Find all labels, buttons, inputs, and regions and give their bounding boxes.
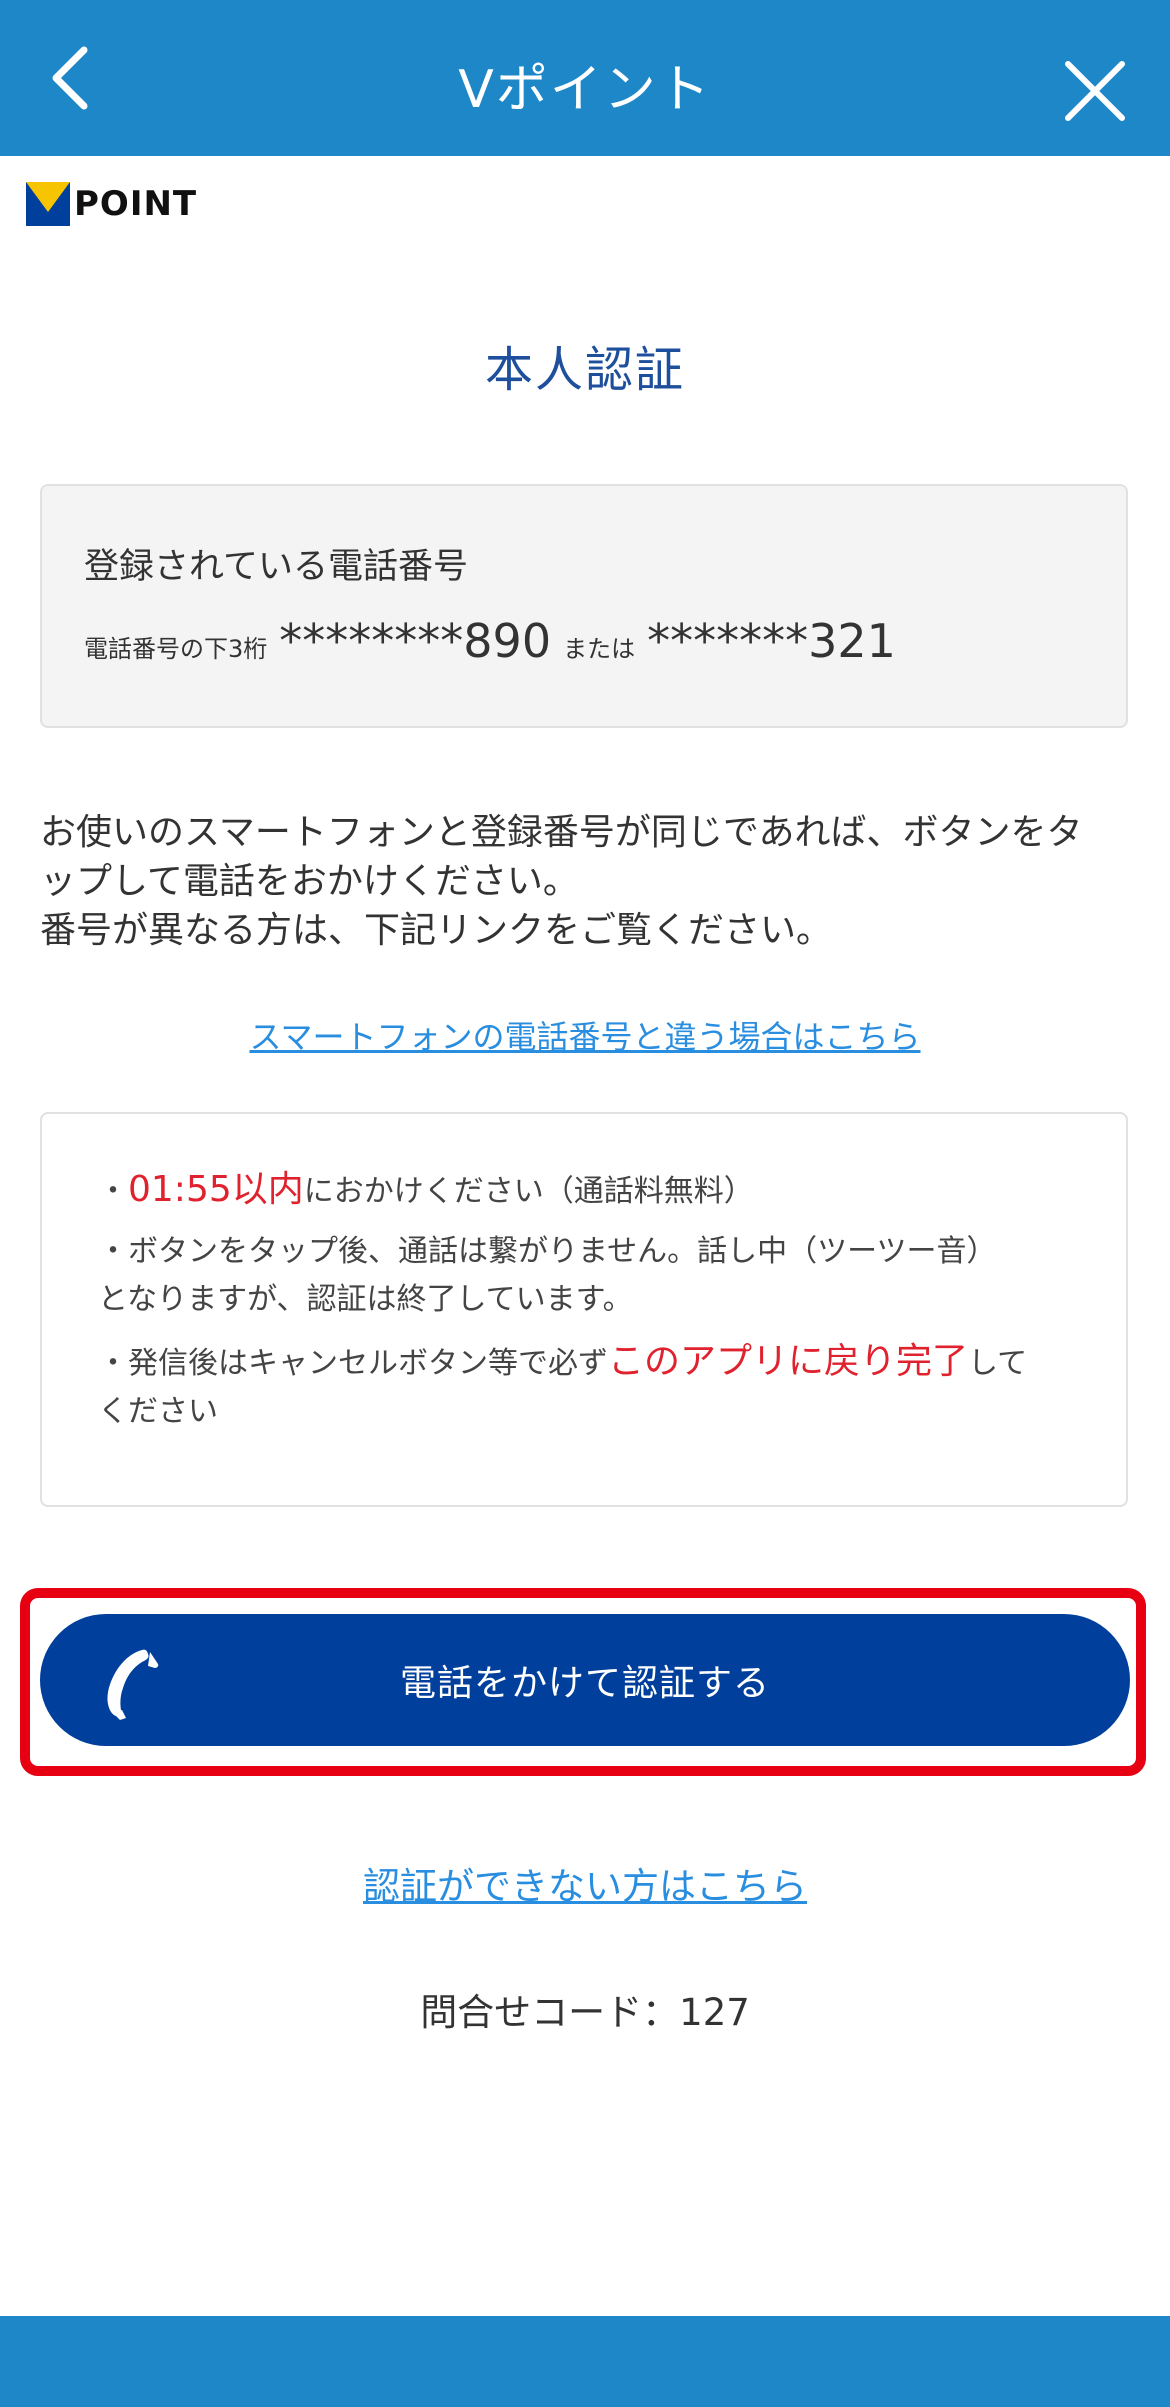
cannot-authenticate-link[interactable]: 認証ができない方はこちら [0,1856,1170,1910]
instruction-line-1: お使いのスマートフォンと登録番号が同じであれば、ボタンをタ [40,812,1083,853]
instruction-text: お使いのスマートフォンと登録番号が同じであれば、ボタンをタ ップして電話をおかけ… [40,808,1140,955]
logo-text: POINT [74,184,198,224]
phone-number-2: *******321 [647,614,896,668]
instruction-line-2: ップして電話をおかけください。 [40,861,579,902]
instruction-line-3: 番号が異なる方は、下記リンクをご覧ください。 [40,910,833,951]
phone-icon [107,1649,159,1720]
last-digits-label: 電話番号の下3桁 [84,635,268,663]
close-icon[interactable] [1062,58,1128,124]
registered-phone-label: 登録されている電話番号 [84,547,468,587]
footer-bar [0,2316,1170,2407]
notice-item-time-limit: ・01:55以内におかけください（通話料無料） [98,1169,754,1210]
notice-box: ・01:55以内におかけください（通話料無料） ・ボタンをタップ後、通話は繋がり… [40,1112,1128,1507]
v-logo-icon [26,182,70,226]
phone-number-hint: 電話番号の下3桁 ********890 または *******321 [84,614,896,668]
registered-phone-box: 登録されている電話番号 電話番号の下3桁 ********890 または ******… [40,484,1128,728]
or-label: または [563,635,636,663]
header-title: Vポイント [458,60,712,120]
app-header: Vポイント [0,0,1170,156]
time-limit-highlight: 01:55以内 [128,1169,304,1210]
call-button-label: 電話をかけて認証する [399,1663,770,1704]
return-highlight: このアプリに戻り完了 [608,1341,969,1382]
notice-item-return-to-app: ・発信後はキャンセルボタン等で必ずこのアプリに戻り完了して ください [98,1341,1028,1429]
notice-item-no-connection: ・ボタンをタップ後、通話は繋がりません。話し中（ツーツー音） となりますが、認証… [98,1234,997,1317]
call-to-authenticate-button[interactable]: 電話をかけて認証する [40,1614,1130,1746]
different-number-link[interactable]: スマートフォンの電話番号と違う場合はこちら [0,1012,1170,1058]
inquiry-code: 問合せコード：127 [420,1991,750,2034]
v-point-logo: POINT [26,182,197,226]
phone-number-1: ********890 [279,614,552,668]
page-title: 本人認証 [484,342,685,398]
